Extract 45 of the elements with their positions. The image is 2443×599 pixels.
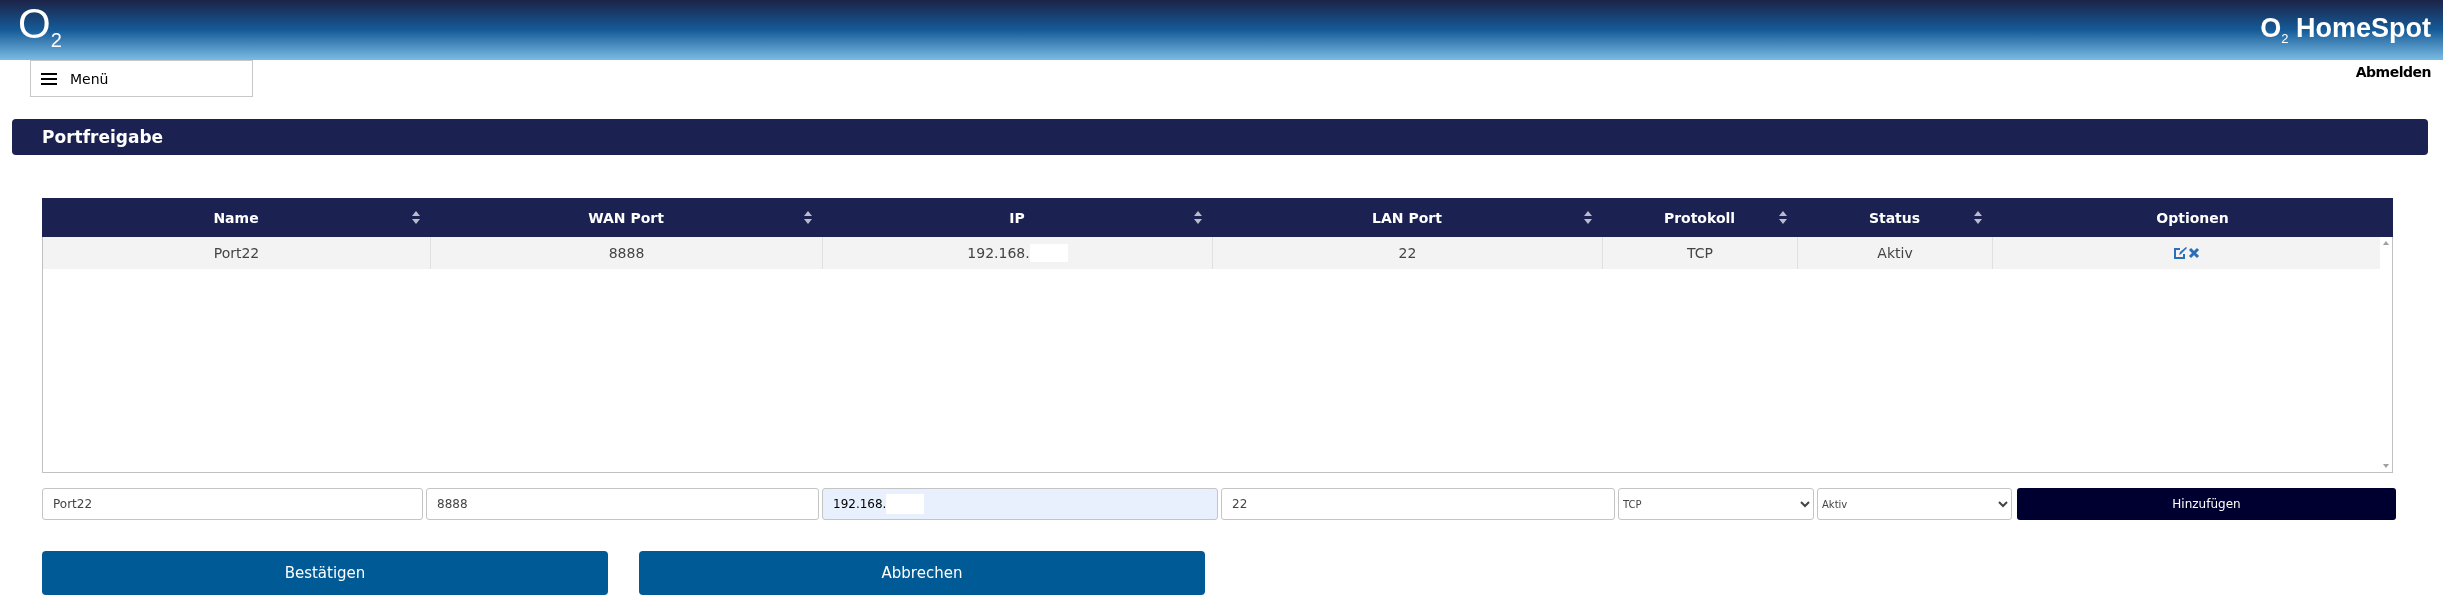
table-cell: 22 — [1213, 237, 1603, 269]
table-cell: TCP — [1603, 237, 1798, 269]
edit-icon[interactable] — [2173, 246, 2187, 260]
section-title: Portfreigabe — [12, 119, 2428, 155]
table-cell: 8888 — [431, 237, 823, 269]
input-field[interactable]: 22 — [1221, 488, 1615, 520]
sort-icon[interactable] — [1779, 211, 1787, 224]
brand-title: O$_{2}$ HomeSpot — [2260, 13, 2431, 47]
cancel-button[interactable]: Abbrechen — [639, 551, 1205, 595]
column-header[interactable]: Name — [42, 198, 430, 237]
column-title: Optionen — [2156, 209, 2229, 226]
input-field[interactable]: 192.168. — [822, 488, 1218, 520]
sort-icon[interactable] — [804, 211, 812, 224]
table-cell: Port22 — [43, 237, 431, 269]
scroll-up-icon[interactable] — [2383, 241, 2389, 245]
column-header[interactable]: Status — [1797, 198, 1992, 237]
column-header[interactable]: IP — [822, 198, 1212, 237]
menu-icon — [41, 72, 57, 85]
sort-icon[interactable] — [1584, 211, 1592, 224]
scroll-down-icon[interactable] — [2383, 464, 2389, 468]
input-field[interactable]: Port22 — [42, 488, 423, 520]
column-header[interactable]: LAN Port — [1212, 198, 1602, 237]
confirm-button[interactable]: Bestätigen — [42, 551, 608, 595]
column-title: Protokoll — [1663, 209, 1736, 226]
input-field[interactable]: 8888 — [426, 488, 819, 520]
column-title: Name — [213, 209, 259, 226]
column-title: LAN Port — [1372, 209, 1442, 226]
column-header[interactable]: WAN Port — [430, 198, 822, 237]
column-header[interactable]: Optionen — [1992, 198, 2393, 237]
column-header[interactable]: Protokoll — [1602, 198, 1797, 237]
delete-icon[interactable] — [2188, 247, 2200, 259]
protocol-select[interactable]: TCP — [1618, 488, 1814, 520]
table-cell: Aktiv — [1798, 237, 1993, 269]
sort-icon[interactable] — [412, 211, 420, 224]
logout-link[interactable]: Abmelden — [2355, 64, 2431, 80]
add-button[interactable]: Hinzufügen — [2017, 488, 2396, 520]
logo: O$_{2}$ — [18, 3, 62, 51]
column-title: IP — [1009, 209, 1025, 226]
menu-button[interactable]: Menü — [30, 60, 253, 97]
sort-icon[interactable] — [1194, 211, 1202, 224]
column-title: Status — [1868, 209, 1921, 226]
sort-icon[interactable] — [1974, 211, 1982, 224]
table-cell: 192.168. — [823, 237, 1213, 269]
column-title: WAN Port — [588, 209, 664, 226]
status-select[interactable]: Aktiv — [1817, 488, 2012, 520]
